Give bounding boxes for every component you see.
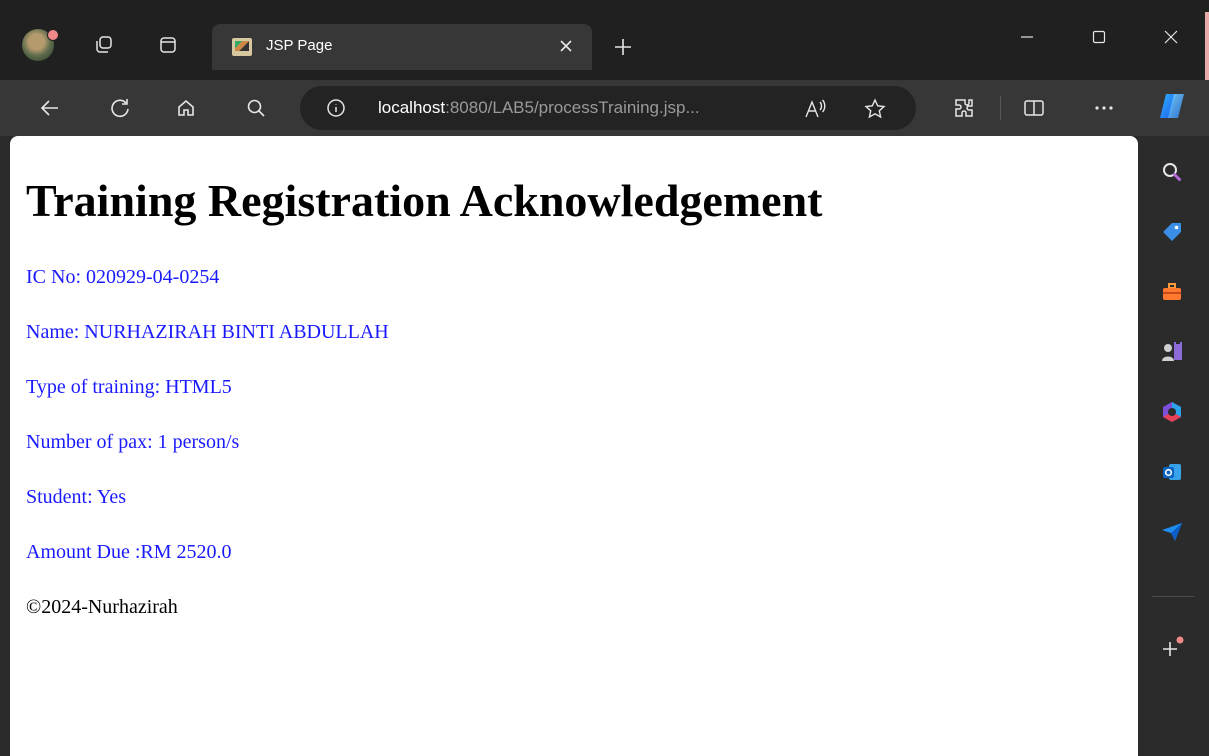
plus-icon bbox=[615, 39, 631, 55]
minimize-button[interactable] bbox=[1004, 14, 1050, 60]
back-arrow-icon bbox=[40, 100, 58, 116]
close-window-button[interactable] bbox=[1148, 14, 1194, 60]
student-status: Student: Yes bbox=[26, 486, 127, 508]
tag-icon[interactable] bbox=[1156, 216, 1188, 248]
games-icon[interactable] bbox=[1156, 336, 1188, 368]
add-icon[interactable] bbox=[1156, 632, 1188, 664]
tab-actions-icon[interactable] bbox=[150, 27, 186, 63]
training-type: Type of training: HTML5 bbox=[26, 376, 232, 398]
more-button[interactable] bbox=[1084, 88, 1124, 128]
maximize-button[interactable] bbox=[1076, 14, 1122, 60]
notification-dot bbox=[47, 29, 59, 41]
name-line: Name: NURHAZIRAH BINTI ABDULLAH bbox=[26, 321, 389, 343]
close-icon bbox=[560, 40, 572, 52]
extensions-icon bbox=[955, 99, 973, 117]
close-icon bbox=[1164, 30, 1178, 44]
split-screen-button[interactable] bbox=[1014, 88, 1054, 128]
star-icon[interactable] bbox=[862, 96, 888, 122]
tab-close-button[interactable] bbox=[552, 32, 580, 60]
maximize-icon bbox=[1092, 30, 1106, 44]
number-of-pax: Number of pax: 1 person/s bbox=[26, 431, 240, 453]
home-button[interactable] bbox=[166, 88, 206, 128]
toolbar: localhost:8080/LAB5/processTraining.jsp.… bbox=[0, 80, 1209, 136]
new-tab-button[interactable] bbox=[606, 30, 640, 64]
title-bar: JSP Page bbox=[0, 0, 1209, 122]
refresh-button[interactable] bbox=[100, 88, 140, 128]
outlook-icon[interactable] bbox=[1156, 456, 1188, 488]
send-icon[interactable] bbox=[1156, 516, 1188, 548]
page-title: Training Registration Acknowledgement bbox=[26, 175, 823, 226]
tab-favicon-icon bbox=[232, 38, 252, 56]
toolbox-icon[interactable] bbox=[1156, 276, 1188, 308]
toolbar-separator bbox=[1000, 96, 1001, 120]
search-icon[interactable] bbox=[1156, 156, 1188, 188]
split-screen-icon bbox=[1024, 100, 1044, 116]
page-content: Training Registration Acknowledgement IC… bbox=[10, 136, 1138, 756]
edge-sidebar bbox=[1138, 136, 1209, 756]
search-icon bbox=[247, 99, 265, 117]
search-button[interactable] bbox=[236, 88, 276, 128]
sidebar-divider bbox=[1152, 596, 1194, 597]
back-button[interactable] bbox=[30, 88, 70, 128]
address-bar[interactable]: localhost:8080/LAB5/processTraining.jsp.… bbox=[300, 86, 916, 130]
more-icon bbox=[1095, 106, 1113, 110]
url-host: localhost bbox=[378, 98, 446, 117]
refresh-icon bbox=[111, 99, 129, 118]
workspaces-icon[interactable] bbox=[86, 27, 122, 63]
ic-number: IC No: 020929-04-0254 bbox=[26, 266, 220, 288]
amount-due: Amount Due :RM 2520.0 bbox=[26, 541, 232, 563]
home-icon bbox=[178, 99, 194, 116]
url-path: :8080/LAB5/processTraining.jsp... bbox=[445, 98, 700, 117]
copilot-icon[interactable] bbox=[1154, 88, 1190, 124]
read-aloud-icon[interactable] bbox=[802, 96, 828, 122]
url-text[interactable]: localhost:8080/LAB5/processTraining.jsp.… bbox=[378, 98, 700, 118]
footer-copyright: ©2024-Nurhazirah bbox=[26, 596, 178, 618]
active-tab[interactable]: JSP Page bbox=[212, 24, 592, 70]
tab-title: JSP Page bbox=[266, 37, 333, 54]
info-icon[interactable] bbox=[324, 96, 348, 120]
extensions-button[interactable] bbox=[944, 88, 984, 128]
office-icon[interactable] bbox=[1156, 396, 1188, 428]
minimize-icon bbox=[1021, 36, 1033, 38]
